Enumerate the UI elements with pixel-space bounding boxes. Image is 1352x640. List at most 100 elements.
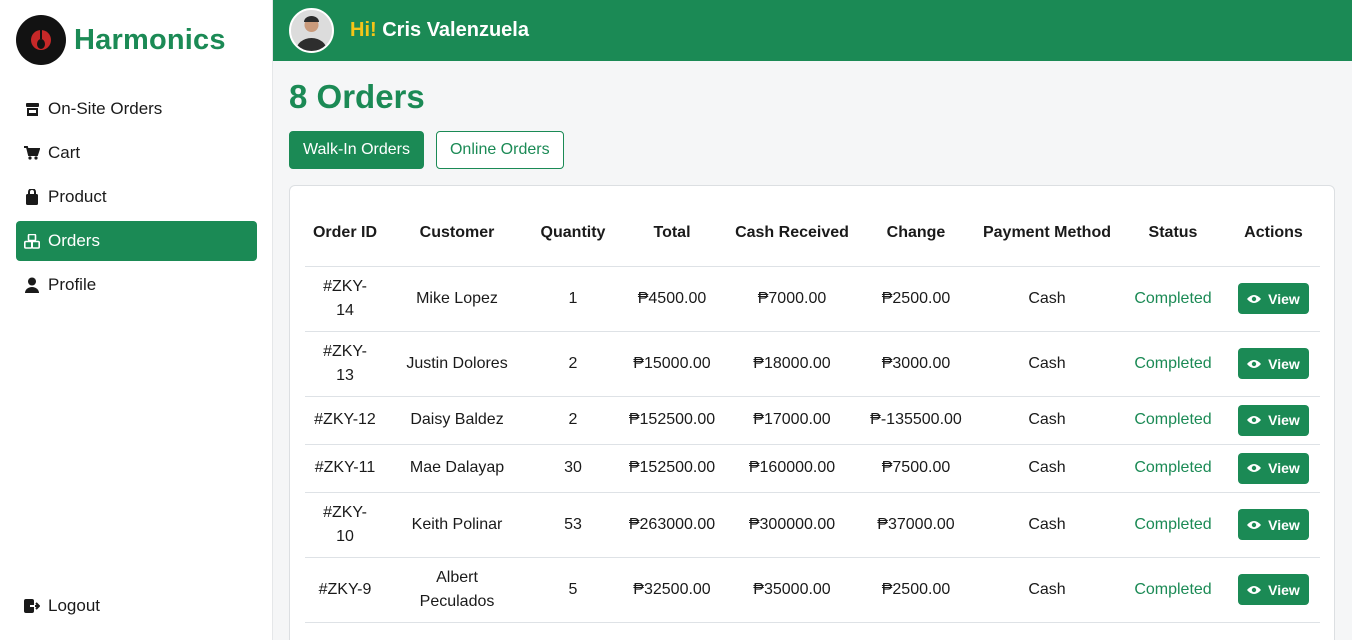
quantity: 30 xyxy=(529,444,617,493)
total: ₱15000.00 xyxy=(617,331,727,397)
quantity: 5 xyxy=(529,557,617,623)
bag-icon xyxy=(24,189,40,205)
table-row: #ZKY-9 Albert Peculados 5 ₱32500.00 ₱350… xyxy=(305,557,1320,623)
logout-button[interactable]: Logout xyxy=(24,596,100,616)
greeting-hi: Hi! xyxy=(350,19,377,41)
view-label: View xyxy=(1268,290,1300,307)
change: ₱37000.00 xyxy=(857,492,975,558)
col-total[interactable]: Total xyxy=(617,200,727,267)
sidebar-item-product[interactable]: Product xyxy=(16,177,257,217)
store-icon xyxy=(24,101,40,117)
sidebar-item-label: On-Site Orders xyxy=(48,99,163,118)
order-id: #ZKY-14 xyxy=(305,266,385,332)
eye-icon xyxy=(1247,415,1262,425)
change: ₱3000.00 xyxy=(857,331,975,397)
table-row: #ZKY-10 Keith Polinar 53 ₱263000.00 ₱300… xyxy=(305,492,1320,558)
col-quantity[interactable]: Quantity xyxy=(529,200,617,267)
order-id: #ZKY-13 xyxy=(305,331,385,397)
sidebar-item-label: Cart xyxy=(48,143,81,162)
col-payment-method[interactable]: Payment Method xyxy=(975,200,1119,267)
view-label: View xyxy=(1268,355,1300,372)
page-title: 8 Orders xyxy=(289,78,425,115)
tab-online-orders[interactable]: Online Orders xyxy=(435,131,564,169)
col-cash-received[interactable]: Cash Received xyxy=(727,200,857,267)
total: ₱263000.00 xyxy=(617,492,727,558)
eye-icon xyxy=(1247,294,1262,304)
view-label: View xyxy=(1268,412,1300,428)
status-badge: Completed xyxy=(1119,396,1227,445)
avatar[interactable] xyxy=(289,8,334,53)
guitar-icon xyxy=(16,15,66,65)
payment-method: Cash xyxy=(975,492,1119,558)
total: ₱152500.00 xyxy=(617,396,727,445)
quantity: 53 xyxy=(529,492,617,558)
sidebar-item-label: Profile xyxy=(48,275,97,294)
cash-received: ₱35000.00 xyxy=(727,557,857,623)
sidebar-item-orders[interactable]: Orders xyxy=(16,221,257,261)
eye-icon xyxy=(1247,463,1262,473)
change: ₱2500.00 xyxy=(857,557,975,623)
col-change[interactable]: Change xyxy=(857,200,975,267)
col-status[interactable]: Status xyxy=(1119,200,1227,267)
sidebar-item-cart[interactable]: Cart xyxy=(16,133,257,173)
boxes-icon xyxy=(24,233,40,249)
table-row: #ZKY-11 Mae Dalayap 30 ₱152500.00 ₱16000… xyxy=(305,444,1320,493)
actions-cell: View xyxy=(1227,557,1320,623)
header-bar: Hi! Cris Valenzuela xyxy=(273,0,1352,61)
view-button[interactable]: View xyxy=(1238,509,1309,540)
view-button[interactable]: View xyxy=(1238,283,1309,314)
change: ₱-135500.00 xyxy=(857,396,975,445)
eye-icon xyxy=(1247,520,1262,530)
cash-received: ₱160000.00 xyxy=(727,444,857,493)
view-button[interactable]: View xyxy=(1238,574,1309,605)
payment-method: Cash xyxy=(975,396,1119,445)
customer: Daisy Baldez xyxy=(385,396,529,445)
user-icon xyxy=(24,277,40,293)
sidebar-item-label: Product xyxy=(48,187,107,206)
orders-card: Order ID Customer Quantity Total Cash Re… xyxy=(289,185,1335,640)
payment-method: Cash xyxy=(975,557,1119,623)
customer: Mike Lopez xyxy=(385,266,529,332)
cash-received: ₱18000.00 xyxy=(727,331,857,397)
tab-walk-in-orders[interactable]: Walk-In Orders xyxy=(289,131,424,169)
sidebar-nav: On-Site Orders Cart Product Orders Profi… xyxy=(16,89,257,309)
cart-icon xyxy=(24,145,40,161)
cash-received: ₱300000.00 xyxy=(727,492,857,558)
logout-label: Logout xyxy=(48,596,100,615)
customer: Albert Peculados xyxy=(385,557,529,623)
actions-cell: View xyxy=(1227,266,1320,332)
total: ₱152500.00 xyxy=(617,444,727,493)
order-id: #ZKY-9 xyxy=(305,557,385,623)
customer: Justin Dolores xyxy=(385,331,529,397)
user-name: Cris Valenzuela xyxy=(382,19,529,41)
eye-icon xyxy=(1247,359,1262,369)
sidebar-item-profile[interactable]: Profile xyxy=(16,265,257,305)
brand-name: Harmonics xyxy=(74,23,226,56)
col-order-id[interactable]: Order ID xyxy=(305,200,385,267)
order-tabs: Walk-In Orders Online Orders xyxy=(289,131,1336,169)
orders-table: Order ID Customer Quantity Total Cash Re… xyxy=(305,200,1320,623)
table-header-row: Order ID Customer Quantity Total Cash Re… xyxy=(305,200,1320,267)
total: ₱4500.00 xyxy=(617,266,727,332)
total: ₱32500.00 xyxy=(617,557,727,623)
payment-method: Cash xyxy=(975,331,1119,397)
cash-received: ₱7000.00 xyxy=(727,266,857,332)
col-actions: Actions xyxy=(1227,200,1320,267)
order-id: #ZKY-12 xyxy=(305,396,385,445)
col-customer[interactable]: Customer xyxy=(385,200,529,267)
quantity: 2 xyxy=(529,331,617,397)
quantity: 2 xyxy=(529,396,617,445)
view-button[interactable]: View xyxy=(1238,348,1309,379)
brand[interactable]: Harmonics xyxy=(16,15,226,65)
cash-received: ₱17000.00 xyxy=(727,396,857,445)
main-content: 8 Orders Walk-In Orders Online Orders Or… xyxy=(289,61,1336,640)
customer: Mae Dalayap xyxy=(385,444,529,493)
view-button[interactable]: View xyxy=(1238,452,1309,484)
actions-cell: View xyxy=(1227,492,1320,558)
quantity: 1 xyxy=(529,266,617,332)
sidebar-item-on-site-orders[interactable]: On-Site Orders xyxy=(16,89,257,129)
table-row: #ZKY-12 Daisy Baldez 2 ₱152500.00 ₱17000… xyxy=(305,396,1320,445)
view-button[interactable]: View xyxy=(1238,404,1309,436)
customer: Keith Polinar xyxy=(385,492,529,558)
change: ₱7500.00 xyxy=(857,444,975,493)
